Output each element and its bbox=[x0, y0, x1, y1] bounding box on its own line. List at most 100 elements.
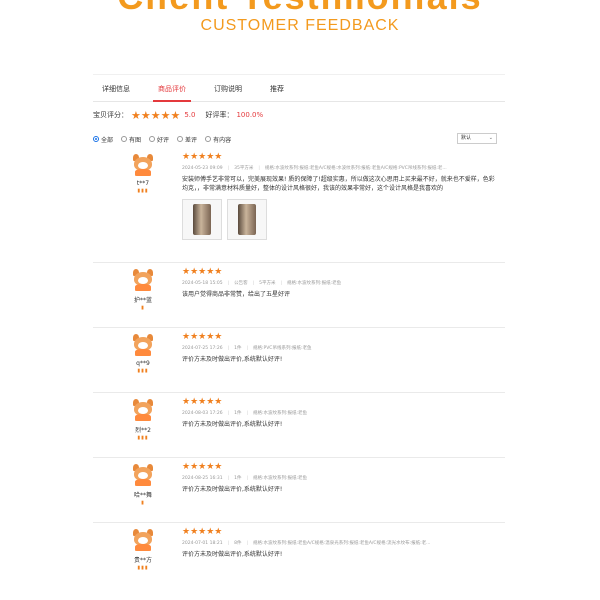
review-text: 评价方未及时做出评价,系统默认好评! bbox=[182, 551, 283, 558]
review-item: q**9 ▮▮▮ ★★★★★ 2024-07-25 17:26 | 1件 | 规格:PV… bbox=[93, 328, 505, 393]
review-item: 烈**2 ▮▮▮ ★★★★★ 2024-08-03 17:26 | 1件 | 规格:水波… bbox=[93, 393, 505, 458]
username: 护**蓝 bbox=[133, 297, 152, 304]
review-content: ★★★★★ 2024-05-23 09:09 | 35平方米 | 规格:水波纹系列:报纸… bbox=[182, 152, 500, 240]
review-user: 烈**2 ▮▮▮ bbox=[121, 399, 165, 441]
review-stars-icon: ★★★★★ bbox=[182, 152, 223, 162]
review-stars-icon: ★★★★★ bbox=[182, 462, 223, 472]
radio-checked-icon bbox=[93, 136, 99, 142]
tab-details[interactable]: 详细信息 bbox=[93, 84, 139, 101]
review-spec: 规格:水波纹系列:报纸:老鱼A/C规格:水波纹系列:报纸:老鱼A/C规格:PVC… bbox=[264, 166, 447, 171]
review-date: 2024-07-01 18:21 bbox=[182, 541, 223, 546]
review-meta: 2024-07-01 18:21 | 8件 | 规格:水波纹系列:报纸:老鱼A/C规格:… bbox=[182, 541, 431, 546]
review-stars-icon: ★★★★★ bbox=[182, 527, 223, 537]
filter-label: 好评 bbox=[157, 136, 170, 144]
avatar bbox=[131, 399, 155, 421]
review-text: 评价方未及时做出评价,系统默认好评! bbox=[182, 356, 283, 363]
sort-select[interactable]: 默认 ⌄ bbox=[457, 133, 497, 144]
good-rate-value: 100.0% bbox=[236, 111, 264, 119]
review-content: ★★★★★ 2024-08-03 17:26 | 1件 | 规格:水波纹系列:报纸:老鱼… bbox=[182, 397, 500, 429]
tab-order-info[interactable]: 订购说明 bbox=[205, 84, 251, 101]
review-content: ★★★★★ 2024-05-18 15:05 | 公告客 | 5平方米 | 规格:水波纹系列… bbox=[182, 267, 500, 299]
review-picture-thumbnail[interactable] bbox=[227, 199, 267, 240]
review-spec: 规格:水波纹系列:报纸:老鱼A/C规格:温泉光系列:报纸:老鱼A/C规格:流光水… bbox=[253, 541, 431, 546]
radio-icon bbox=[177, 136, 184, 142]
filter-label: 有内容 bbox=[213, 136, 232, 144]
tab-reviews[interactable]: 商品评价 bbox=[149, 84, 195, 102]
review-date: 2024-05-23 09:09 bbox=[182, 166, 223, 171]
review-date: 2024-07-25 17:26 bbox=[182, 346, 223, 351]
review-item: t**7 ▮▮▮ ★★★★★ 2024-05-23 09:09 | 35平方米 | 规格… bbox=[93, 148, 505, 263]
member-badge-icon: ▮▮▮ bbox=[137, 188, 149, 194]
radio-icon bbox=[205, 136, 212, 142]
review-text: 该用户觉得商品非常赞，给出了五星好评 bbox=[182, 291, 291, 298]
username: 哈**舞 bbox=[133, 492, 152, 499]
username: 贵**方 bbox=[133, 557, 152, 564]
rating-score: 5.0 bbox=[184, 111, 196, 119]
review-spec: 规格:水波纹系列:报纸:老鱼 bbox=[287, 281, 342, 286]
review-user: 贵**方 ▮▮▮ bbox=[121, 529, 165, 571]
review-user: t**7 ▮▮▮ bbox=[121, 154, 165, 194]
filter-label: 全部 bbox=[101, 136, 114, 144]
review-content: ★★★★★ 2024-08-25 16:31 | 1件 | 规格:水波纹系列:报纸:老鱼… bbox=[182, 462, 500, 494]
username: q**9 bbox=[136, 360, 150, 367]
review-item: 哈**舞 ▮ ★★★★★ 2024-08-25 16:31 | 1件 | 规格:水波纹系… bbox=[93, 458, 505, 523]
tab-bar: 详细信息 商品评价 订购说明 推荐 bbox=[93, 74, 505, 102]
review-content: ★★★★★ 2024-07-25 17:26 | 1件 | 规格:PVC吊线系列:报纸:… bbox=[182, 332, 500, 364]
filter-row: 全部 有图 好评 差评 有内容 默认 ⌄ bbox=[93, 128, 505, 150]
avatar bbox=[131, 269, 155, 291]
review-meta: 2024-08-25 16:31 | 1件 | 规格:水波纹系列:报纸:老鱼 bbox=[182, 476, 308, 481]
review-text: 评价方未及时做出评价,系统默认好评! bbox=[182, 486, 283, 493]
filter-positive-radio[interactable]: 好评 bbox=[149, 135, 169, 144]
review-content: ★★★★★ 2024-07-01 18:21 | 8件 | 规格:水波纹系列:报纸:老鱼… bbox=[182, 527, 500, 559]
review-text: 安装师傅手艺非常可以，完美展现效果! 质的保障了!超级实惠，所以做这次心思用上买… bbox=[182, 176, 495, 192]
avatar bbox=[131, 154, 155, 176]
review-meta: 2024-05-23 09:09 | 35平方米 | 规格:水波纹系列:报纸:老鱼A/C… bbox=[182, 166, 447, 171]
review-stars-icon: ★★★★★ bbox=[182, 332, 223, 342]
good-rate-label: 好评率： bbox=[205, 111, 234, 119]
member-badge-icon: ▮ bbox=[141, 305, 145, 311]
radio-icon bbox=[149, 136, 156, 142]
review-spec: 规格:水波纹系列:报纸:老鱼 bbox=[253, 476, 308, 481]
username: t**7 bbox=[136, 180, 150, 187]
avatar bbox=[131, 529, 155, 551]
review-date: 2024-05-18 15:05 bbox=[182, 281, 223, 286]
review-stars-icon: ★★★★★ bbox=[182, 397, 223, 407]
review-user: 哈**舞 ▮ bbox=[121, 464, 165, 506]
member-badge-icon: ▮▮▮ bbox=[137, 435, 149, 441]
filter-has-content-radio[interactable]: 有内容 bbox=[205, 135, 231, 144]
review-qty: 8件 bbox=[234, 541, 242, 546]
avatar bbox=[131, 464, 155, 486]
username: 烈**2 bbox=[135, 427, 151, 434]
filter-label: 差评 bbox=[185, 136, 198, 144]
sort-value: 默认 bbox=[461, 135, 472, 141]
review-picture-thumbnail[interactable] bbox=[182, 199, 222, 240]
rating-label: 宝贝评分： bbox=[93, 111, 128, 119]
review-qty: 1件 bbox=[234, 411, 242, 416]
filter-with-pictures-radio[interactable]: 有图 bbox=[121, 135, 141, 144]
review-meta: 2024-05-18 15:05 | 公告客 | 5平方米 | 规格:水波纹系列:报纸:老鱼 bbox=[182, 281, 342, 286]
review-spec: 规格:PVC吊线系列:报纸:老鱼 bbox=[253, 346, 312, 351]
review-pictures bbox=[182, 199, 500, 240]
review-extra: 公告客 bbox=[234, 281, 248, 286]
review-spec: 规格:水波纹系列:报纸:老鱼 bbox=[253, 411, 308, 416]
review-item: 护**蓝 ▮ ★★★★★ 2024-05-18 15:05 | 公告客 | 5平方米 | 规… bbox=[93, 263, 505, 328]
filter-negative-radio[interactable]: 差评 bbox=[177, 135, 197, 144]
member-badge-icon: ▮▮▮ bbox=[137, 368, 149, 374]
radio-icon bbox=[121, 136, 128, 142]
review-text: 评价方未及时做出评价,系统默认好评! bbox=[182, 421, 283, 428]
review-qty: 5平方米 bbox=[259, 281, 276, 286]
review-qty: 1件 bbox=[234, 346, 242, 351]
hero-title: Client Testimonials bbox=[0, 0, 600, 18]
reviews-panel: 详细信息 商品评价 订购说明 推荐 宝贝评分： ★★★★★ 5.0 好评率： 1… bbox=[93, 74, 505, 150]
review-meta: 2024-07-25 17:26 | 1件 | 规格:PVC吊线系列:报纸:老鱼 bbox=[182, 346, 312, 351]
avatar bbox=[131, 334, 155, 356]
member-badge-icon: ▮▮▮ bbox=[137, 565, 149, 571]
member-badge-icon: ▮ bbox=[141, 500, 145, 506]
filter-all-radio[interactable]: 全部 bbox=[93, 135, 113, 144]
filter-label: 有图 bbox=[129, 136, 142, 144]
review-meta: 2024-08-03 17:26 | 1件 | 规格:水波纹系列:报纸:老鱼 bbox=[182, 411, 308, 416]
review-user: q**9 ▮▮▮ bbox=[121, 334, 165, 374]
hero-subtitle: CUSTOMER FEEDBACK bbox=[200, 17, 400, 34]
review-date: 2024-08-25 16:31 bbox=[182, 476, 223, 481]
tab-recommend[interactable]: 推荐 bbox=[261, 84, 293, 101]
